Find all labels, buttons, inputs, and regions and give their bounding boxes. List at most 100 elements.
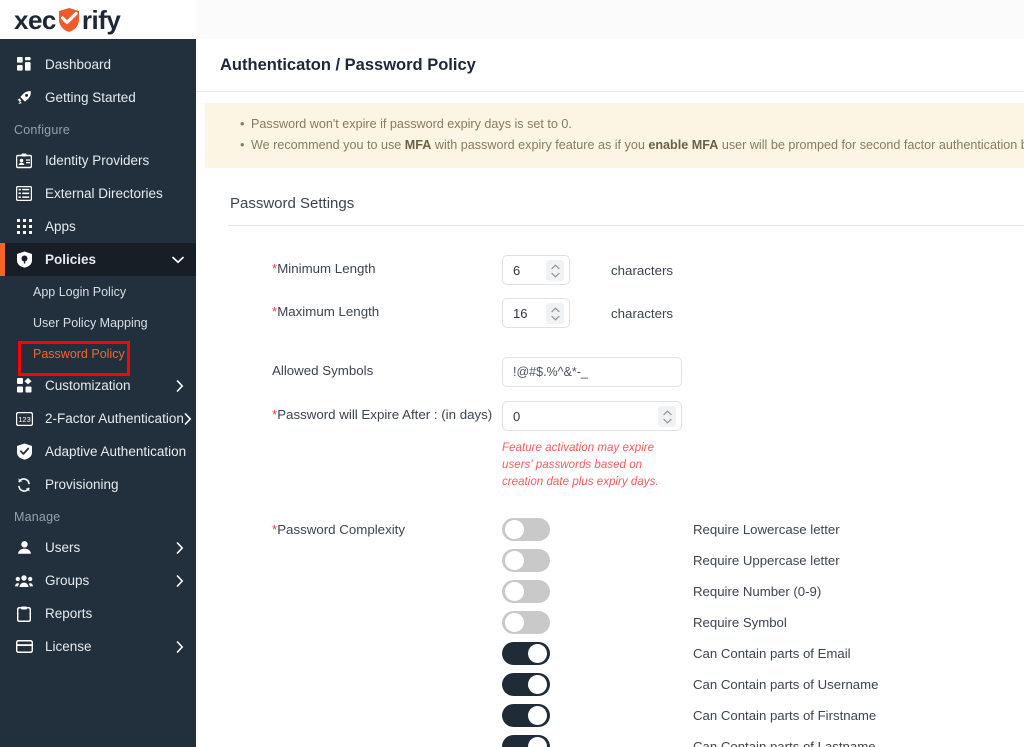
expire-after-value: 0 <box>513 408 521 424</box>
sidebar-item-adaptive-authentication[interactable]: Adaptive Authentication <box>0 435 196 468</box>
application-window: xec rify Dashboard Getting Started Confi… <box>0 0 1024 747</box>
allowed-symbols-input[interactable]: !@#$.%^&*-_ <box>502 357 682 387</box>
label-text: Password Complexity <box>277 522 406 537</box>
sidebar-item-provisioning[interactable]: Provisioning <box>0 468 196 501</box>
sidebar-subitem-label: Password Policy <box>33 346 125 361</box>
label-text: Password will Expire After : (in days) <box>277 407 493 422</box>
sidebar-item-label: External Directories <box>45 186 163 201</box>
sidebar-item-label: Adaptive Authentication <box>45 444 187 459</box>
spinner-stepper-icon[interactable] <box>658 406 676 427</box>
brand-logo[interactable]: xec rify <box>14 4 121 35</box>
user-icon <box>14 539 34 557</box>
toggle-label: Require Lowercase letter <box>693 522 840 537</box>
sidebar-item-label: Customization <box>45 378 131 393</box>
toggle-require-uppercase-letter[interactable] <box>502 549 550 572</box>
sidebar-item-reports[interactable]: Reports <box>0 597 196 630</box>
toggle-can-contain-parts-of-firstname[interactable] <box>502 704 550 727</box>
toggle-require-number[interactable] <box>502 580 550 603</box>
notice-line-2-part-e: user will be promped for second factor a… <box>718 138 1024 152</box>
policy-shield-icon <box>14 251 34 269</box>
notice-line-1: Password won't expire if password expiry… <box>205 113 1024 135</box>
spinner-stepper-icon[interactable] <box>546 260 564 281</box>
group-users-icon <box>14 572 34 590</box>
password-settings-form: *Minimum Length 6 characters *Maximum Le… <box>196 254 1024 747</box>
sidebar-item-dashboard[interactable]: Dashboard <box>0 48 196 81</box>
toggle-label: Can Contain parts of Username <box>693 677 879 692</box>
toggle-label: Require Number (0-9) <box>693 584 822 599</box>
sidebar-item-groups[interactable]: Groups <box>0 564 196 597</box>
maximum-length-suffix: characters <box>611 306 674 321</box>
complexity-row: Can Contain parts of Firstname <box>502 700 878 731</box>
sidebar-item-label: Groups <box>45 573 90 588</box>
apps-grid-icon <box>14 218 34 236</box>
minimum-length-input[interactable]: 6 <box>502 255 570 285</box>
sidebar-item-policies[interactable]: Policies <box>0 243 196 276</box>
complexity-row: Require Symbol <box>502 607 878 638</box>
maximum-length-control: 16 characters <box>502 297 673 328</box>
sidebar-item-label: Apps <box>45 219 76 234</box>
top-strip <box>196 0 1024 39</box>
notice-mfa-emphasis: MFA <box>404 138 432 152</box>
sidebar-subitem-password-policy[interactable]: Password Policy <box>0 338 196 369</box>
sidebar-item-label: Getting Started <box>45 90 136 105</box>
notice-line-2-part-a: We recommend you to use <box>251 138 405 152</box>
card-icon <box>14 638 34 656</box>
chevron-right-icon <box>176 541 184 554</box>
maximum-length-value: 16 <box>513 305 528 321</box>
sidebar-item-customization[interactable]: Customization <box>0 369 196 402</box>
toggle-can-contain-parts-of-username[interactable] <box>502 673 550 696</box>
sidebar-subitem-user-policy-mapping[interactable]: User Policy Mapping <box>0 307 196 338</box>
chevron-down-icon <box>172 256 184 264</box>
expire-after-control: 0 Feature activation may expire users' p… <box>502 400 682 490</box>
sidebar-item-users[interactable]: Users <box>0 531 196 564</box>
sidebar-section-configure: Configure <box>14 123 70 137</box>
sidebar-item-identity-providers[interactable]: Identity Providers <box>0 144 196 177</box>
chevron-right-icon <box>184 412 192 425</box>
toggle-require-symbol[interactable] <box>502 611 550 634</box>
allowed-symbols-value: !@#$.%^&*-_ <box>513 365 588 379</box>
clipboard-icon <box>14 605 34 623</box>
sidebar-item-getting-started[interactable]: Getting Started <box>0 81 196 114</box>
sidebar-item-external-directories[interactable]: External Directories <box>0 177 196 210</box>
logo-suffix-text: rify <box>81 4 121 35</box>
label-text: Maximum Length <box>277 304 380 319</box>
form-row-allowed-symbols: Allowed Symbols !@#$.%^&*-_ <box>196 356 1024 393</box>
sidebar-subitem-label: App Login Policy <box>33 284 127 299</box>
sidebar-subitem-label: User Policy Mapping <box>33 315 148 330</box>
form-row-maximum-length: *Maximum Length 16 characters <box>196 297 1024 334</box>
toggle-knob <box>505 613 524 632</box>
expire-after-label: *Password will Expire After : (in days) <box>196 400 502 422</box>
sidebar-item-label: 2-Factor Authentication <box>45 411 184 426</box>
toggle-knob <box>505 582 524 601</box>
chevron-right-icon <box>176 379 184 392</box>
sidebar-item-license[interactable]: License <box>0 630 196 663</box>
toggle-label: Require Uppercase letter <box>693 553 840 568</box>
complexity-row: Require Lowercase letter <box>502 514 878 545</box>
sidebar-subitem-app-login-policy[interactable]: App Login Policy <box>0 276 196 307</box>
spinner-stepper-icon[interactable] <box>546 303 564 324</box>
sidebar-item-2-factor-authentication[interactable]: 123 2-Factor Authentication <box>0 402 196 435</box>
sidebar-item-apps[interactable]: Apps <box>0 210 196 243</box>
sidebar-item-label: Provisioning <box>45 477 119 492</box>
notice-enable-mfa-emphasis: enable MFA <box>648 138 719 152</box>
minimum-length-value: 6 <box>513 262 521 278</box>
toggle-require-lowercase-letter[interactable] <box>502 518 550 541</box>
info-notice-banner: Password won't expire if password expiry… <box>205 103 1024 168</box>
toggle-can-contain-parts-of-email[interactable] <box>502 642 550 665</box>
expire-after-input[interactable]: 0 <box>502 401 682 431</box>
chevron-right-icon <box>176 640 184 653</box>
id-badge-icon <box>14 152 34 170</box>
maximum-length-input[interactable]: 16 <box>502 298 570 328</box>
sidebar-item-label: License <box>45 639 92 654</box>
chevron-right-icon <box>176 574 184 587</box>
shield-check-icon <box>57 7 81 33</box>
expire-after-hint: Feature activation may expire users' pas… <box>502 441 659 488</box>
section-divider <box>228 225 1024 226</box>
sidebar-item-label: Dashboard <box>45 57 112 72</box>
sidebar-item-label: Reports <box>45 606 93 621</box>
minimum-length-suffix: characters <box>611 263 674 278</box>
minimum-length-label: *Minimum Length <box>196 254 502 276</box>
toggle-can-contain-parts-of-lastname[interactable] <box>502 735 550 747</box>
form-row-minimum-length: *Minimum Length 6 characters <box>196 254 1024 291</box>
sidebar-item-label: Identity Providers <box>45 153 150 168</box>
